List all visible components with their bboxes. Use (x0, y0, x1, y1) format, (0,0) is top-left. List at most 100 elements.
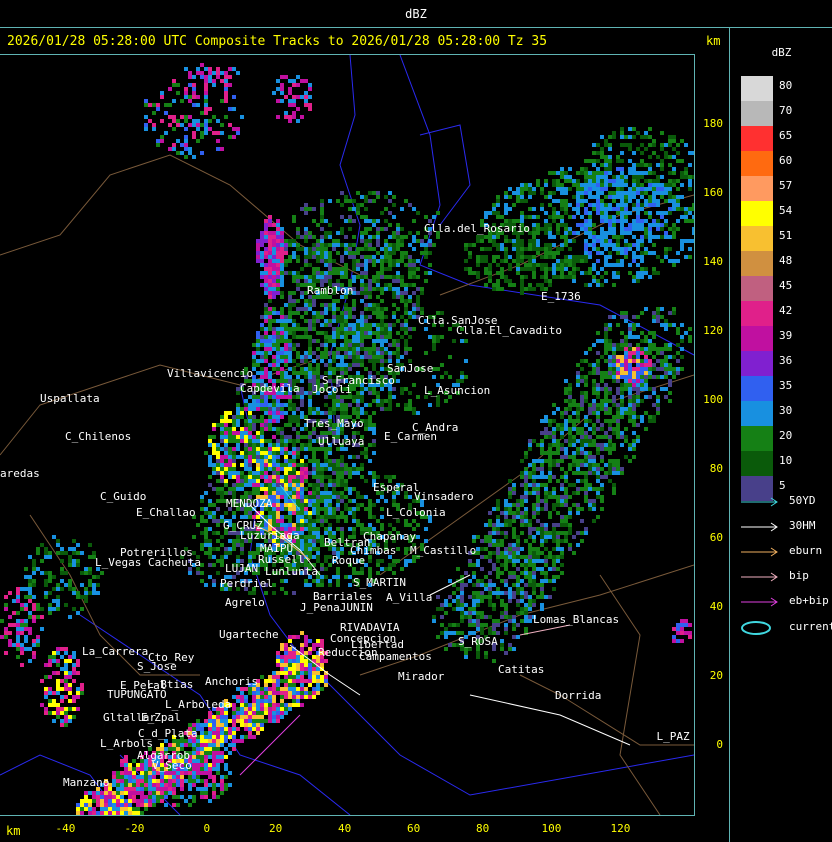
place-label: V_Seco (152, 759, 192, 772)
legend-swatch (741, 176, 773, 201)
y-tick-label: 20 (709, 669, 723, 682)
place-label: A_Villa (386, 591, 433, 604)
place-label: Catitas (498, 663, 545, 676)
track-arrow-icon (741, 572, 778, 582)
place-label: Concepcion (330, 632, 397, 645)
legend-swatch (741, 401, 773, 426)
legend-level-label: 39 (779, 329, 793, 342)
place-label: La_Carrera (82, 645, 149, 658)
legend-swatch (741, 376, 773, 401)
place-label: Vinsadero (414, 490, 474, 503)
place-label: Clla.El_Cavadito (456, 324, 562, 337)
y-tick-label: 40 (709, 600, 723, 613)
echo-cluster (672, 619, 692, 643)
place-label: E_1736 (541, 290, 581, 303)
place-label: LUJAN (225, 562, 259, 575)
y-tick-label: 180 (703, 117, 723, 130)
legend-level-label: 45 (779, 279, 793, 292)
place-label: Tres_Mayo (304, 417, 364, 430)
track-arrow-icon (741, 522, 778, 532)
place-label: Luzuriaga (240, 529, 300, 542)
track-legend-label: 50YD (789, 494, 816, 507)
legend-panel: dBZ 80 70 65 60 57 54 51 48 45 42 39 36 35 30 20 10 5 50Y… (731, 28, 832, 842)
place-label: S_MARTIN (353, 576, 406, 589)
legend-swatch (741, 201, 773, 226)
track-legend-item: current (739, 620, 832, 635)
echo-cluster (272, 75, 312, 123)
window-title: dBZ (405, 7, 427, 21)
place-label: Ulluaya (318, 435, 365, 448)
legend-level-label: 35 (779, 379, 793, 392)
place-label: Clla.del_Rosario (424, 222, 530, 235)
legend-swatch (741, 301, 773, 326)
place-label: S_Jose (137, 660, 177, 673)
legend-swatch (741, 101, 773, 126)
place-label: Capdevila (240, 382, 300, 395)
x-tick-label: 100 (541, 822, 562, 835)
legend-level-label: 54 (779, 204, 793, 217)
track-legend-item: eb+bip (739, 594, 832, 608)
legend-swatch (741, 226, 773, 251)
boundary-line (419, 124, 471, 226)
place-label: J_PenaJUNIN (300, 601, 373, 614)
y-tick-label: 80 (709, 462, 723, 475)
place-label: L_Vegas (95, 556, 142, 569)
x-axis-unit: km (6, 824, 21, 838)
y-tick-label: 100 (703, 393, 723, 406)
legend-level-label: 57 (779, 179, 793, 192)
y-axis-unit: km (706, 34, 721, 48)
place-label: Agrelo (225, 596, 265, 609)
x-tick-label: 60 (407, 822, 421, 835)
current-ellipse-icon (741, 621, 771, 635)
track-arrow-icon (741, 497, 778, 507)
legend-swatch (741, 251, 773, 276)
place-label: aredas (0, 467, 40, 480)
x-axis: -40 -20 0 20 40 60 80 100 120 (0, 816, 730, 842)
legend-level-label: 42 (779, 304, 793, 317)
x-tick-label: 80 (476, 822, 490, 835)
y-axis: 180 160 140 120 100 80 60 40 20 0 (695, 54, 730, 816)
place-label: Manzano (63, 776, 110, 789)
legend-swatch (741, 276, 773, 301)
echo-cluster (256, 215, 288, 299)
legend-level-label: 10 (779, 454, 793, 467)
place-label: C_d_Plata (138, 727, 198, 740)
place-label: Dorrida (555, 689, 602, 702)
track-legend-item: eburn (739, 544, 832, 558)
x-tick-label: 0 (203, 822, 211, 835)
y-tick-label: 160 (703, 186, 723, 199)
place-label: Roque (332, 554, 366, 567)
place-label: Mirador (398, 670, 445, 683)
x-tick-label: -20 (124, 822, 145, 835)
subtitle: 2026/01/28 05:28:00 UTC Composite Tracks… (7, 34, 548, 49)
place-label: Cacheuta (148, 556, 201, 569)
title-bar: dBZ (0, 0, 832, 28)
legend-swatch (741, 126, 773, 151)
legend-level-label: 30 (779, 404, 793, 417)
place-label: C_Chilenos (65, 430, 132, 443)
place-label: Perdriel (220, 577, 273, 590)
x-tick-label: -40 (55, 822, 76, 835)
place-label: Villavicencio (167, 367, 254, 380)
track-legend-label: eb+bip (789, 594, 829, 607)
x-tick-label: 40 (338, 822, 352, 835)
place-label: Uspallata (40, 392, 100, 405)
track-legend-item: bip (739, 569, 832, 583)
legend-swatch (741, 426, 773, 451)
echo-cluster (144, 75, 244, 159)
legend-level-label: 60 (779, 154, 793, 167)
x-tick-label: 20 (269, 822, 283, 835)
place-label: M_Castillo (410, 544, 477, 557)
boundary-line (599, 574, 661, 815)
track-legend-item: 50YD (739, 494, 832, 508)
place-label: L_Asuncion (424, 384, 491, 397)
legend-swatch (741, 326, 773, 351)
track-legend-label: current (789, 620, 832, 633)
place-label: Ramblon (307, 284, 354, 297)
y-tick-label: 0 (716, 738, 723, 751)
legend-level-label: 51 (779, 229, 793, 242)
storm-track-line (469, 694, 631, 746)
place-label: E_Zpal (141, 711, 181, 724)
legend-level-label: 48 (779, 254, 793, 267)
place-label: E_Challao (136, 506, 196, 519)
